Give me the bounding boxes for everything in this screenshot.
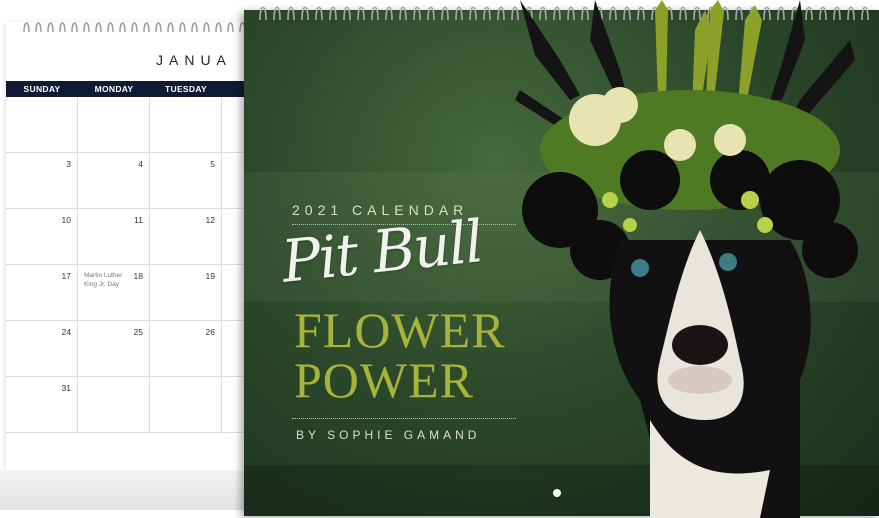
week-row: 17 Martin Luther King Jr. Day 18 19	[6, 265, 256, 321]
week-row: 10 11 12	[6, 209, 256, 265]
day-number: 3	[66, 159, 71, 169]
day-cell: 17	[6, 265, 78, 321]
back-calendar-stand	[0, 470, 250, 510]
day-cell: 3	[6, 153, 78, 209]
dog-mouth	[668, 366, 732, 394]
weekday-header: TUESDAY	[165, 84, 207, 94]
dog-eye-right	[719, 253, 737, 271]
weekday-header: SUNDAY	[23, 84, 61, 94]
day-number: 12	[205, 215, 215, 225]
day-cell: 24	[6, 321, 78, 377]
cover-byline: BY SOPHIE GAMAND	[296, 428, 481, 442]
day-number: 17	[61, 271, 71, 281]
day-number: 4	[138, 159, 143, 169]
day-number: 11	[134, 215, 143, 225]
holiday-note: Martin Luther King Jr. Day	[84, 272, 123, 288]
week-row: 31	[6, 377, 256, 433]
day-cell: 12	[150, 209, 222, 265]
divider-bottom	[292, 418, 516, 419]
weekday-header-row: SUNDAY MONDAY TUESDAY W	[6, 81, 256, 97]
day-cell	[150, 97, 222, 153]
day-number: 5	[210, 159, 215, 169]
dog-nose	[672, 325, 728, 365]
day-cell: 25	[78, 321, 150, 377]
cover-title-line1: FLOWER	[294, 302, 506, 358]
cover-title-line2: POWER	[294, 352, 474, 408]
day-cell: 4	[78, 153, 150, 209]
day-cell: 10	[6, 209, 78, 265]
day-cell: Martin Luther King Jr. Day 18	[78, 265, 150, 321]
week-row: 24 25 26	[6, 321, 256, 377]
day-cell: 26	[150, 321, 222, 377]
weekday-header: MONDAY	[94, 84, 134, 94]
day-cell: 19	[150, 265, 222, 321]
back-calendar-page: JANUA SUNDAY MONDAY TUESDAY W 3 4 5 10 1…	[6, 22, 256, 470]
day-number: 26	[205, 327, 215, 337]
day-number: 25	[133, 327, 143, 337]
day-cell: 11	[78, 209, 150, 265]
calendar-grid: 3 4 5 10 11 12 17 Martin Luther King Jr.…	[6, 97, 256, 433]
day-cell	[78, 97, 150, 153]
week-row	[6, 97, 256, 153]
day-cell: 5	[150, 153, 222, 209]
day-number: 31	[61, 383, 71, 393]
day-cell	[78, 377, 150, 433]
dog-eye-left	[631, 259, 649, 277]
day-number: 10	[61, 215, 71, 225]
day-cell	[6, 97, 78, 153]
day-number: 24	[61, 327, 71, 337]
back-spiral-binding	[23, 22, 246, 33]
day-cell	[150, 377, 222, 433]
day-number: 18	[133, 271, 143, 281]
slide-indicator-dot[interactable]	[553, 489, 561, 497]
day-cell: 31	[6, 377, 78, 433]
dog-photo	[515, 0, 858, 518]
month-title: JANUA	[156, 52, 232, 68]
day-number: 19	[205, 271, 215, 281]
week-row: 3 4 5	[6, 153, 256, 209]
